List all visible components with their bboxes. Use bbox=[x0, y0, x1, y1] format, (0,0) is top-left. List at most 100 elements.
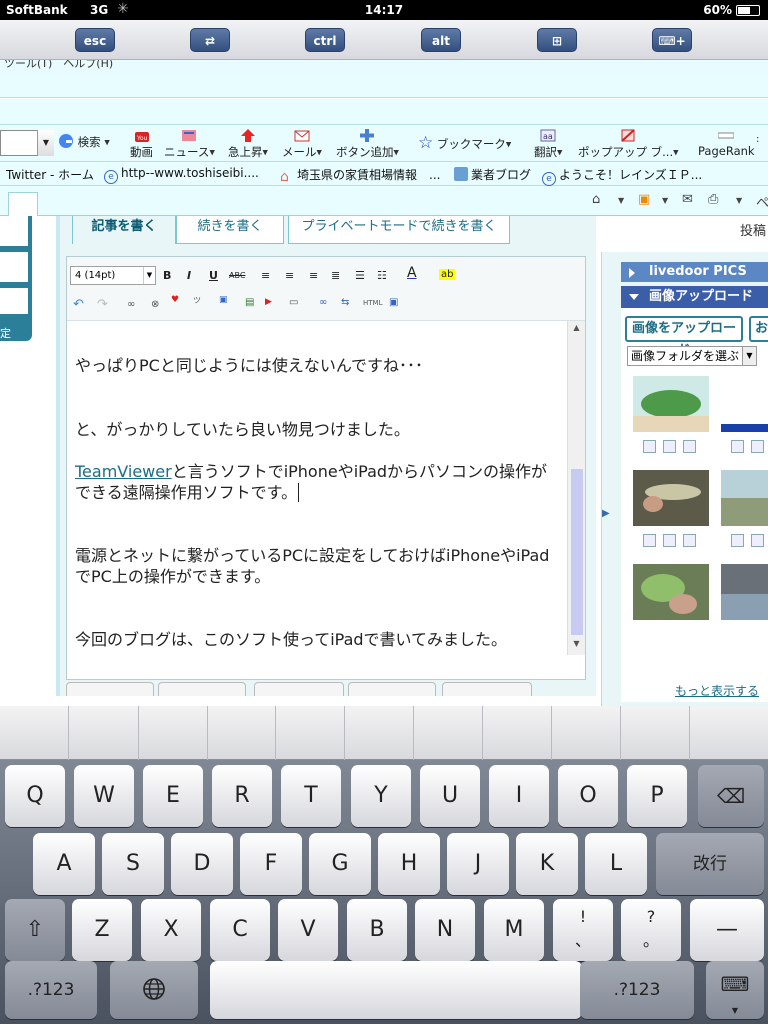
align-left-icon[interactable]: ≡ bbox=[261, 269, 270, 282]
favorite-link[interactable]: e http--www.toshiseibi.... bbox=[104, 166, 259, 184]
thumbnail-action-icon[interactable] bbox=[643, 534, 656, 547]
key-x[interactable]: X bbox=[141, 899, 201, 961]
show-more-link[interactable]: もっと表示する bbox=[675, 682, 759, 699]
thumbnail-action-icon[interactable] bbox=[731, 534, 744, 547]
windows-key-button[interactable]: ⊞ bbox=[537, 28, 577, 52]
left-panel-cell[interactable] bbox=[0, 252, 28, 282]
key-question[interactable]: ? 。 bbox=[621, 899, 681, 961]
key-o[interactable]: O bbox=[558, 765, 618, 827]
switch-button[interactable]: ⇄ bbox=[190, 28, 230, 52]
left-panel-cell[interactable] bbox=[0, 288, 28, 314]
thumbnail-action-icon[interactable] bbox=[731, 440, 744, 453]
film-icon[interactable]: ▤ bbox=[245, 297, 254, 308]
favorite-link[interactable]: e ようこそ！レインズＩＰ... bbox=[542, 166, 702, 186]
thumbnail-action-icon[interactable] bbox=[751, 440, 764, 453]
pics-icon[interactable]: ▣ bbox=[219, 295, 228, 305]
scroll-up-icon[interactable]: ▲ bbox=[568, 323, 585, 337]
key-r[interactable]: R bbox=[212, 765, 272, 827]
bottom-button[interactable] bbox=[254, 682, 344, 696]
thumbnail-image[interactable] bbox=[633, 564, 709, 620]
shift-key[interactable]: ⇧ bbox=[5, 899, 65, 961]
html-mode-button[interactable]: HTML bbox=[363, 299, 382, 307]
key-j[interactable]: J bbox=[447, 833, 509, 895]
youtube-icon[interactable]: ▶ bbox=[265, 297, 272, 307]
thumbnail-action-icon[interactable] bbox=[751, 534, 764, 547]
key-a[interactable]: A bbox=[33, 833, 95, 895]
key-f[interactable]: F bbox=[240, 833, 302, 895]
thumbnail-action-icon[interactable] bbox=[663, 440, 676, 453]
key-u[interactable]: U bbox=[420, 765, 480, 827]
numbered-list-icon[interactable]: ☷ bbox=[377, 269, 387, 282]
hide-keyboard-key[interactable]: ⌨ ▼ bbox=[706, 961, 764, 1019]
undo-icon[interactable]: ↶ bbox=[73, 297, 84, 312]
print-icon[interactable]: ⎙ bbox=[708, 192, 718, 207]
thumbnail-action-icon[interactable] bbox=[683, 534, 696, 547]
image-folder-select[interactable]: 画像フォルダを選ぶ ▼ bbox=[627, 346, 757, 366]
scroll-thumb[interactable] bbox=[571, 469, 583, 635]
globe-key[interactable] bbox=[110, 961, 198, 1019]
thumbnail-action-icon[interactable] bbox=[643, 440, 656, 453]
home-icon[interactable]: ⌂ bbox=[592, 192, 600, 207]
search-button[interactable]: 検索 ▼ bbox=[58, 133, 110, 150]
editor-content[interactable]: やっぱりPCと同じようには使えないんですね･･･ と、がっかりしていたら良い物見… bbox=[67, 321, 567, 655]
mail-read-icon[interactable]: ✉ bbox=[682, 192, 693, 207]
video-button[interactable]: You 動画 bbox=[130, 128, 153, 160]
key-n[interactable]: N bbox=[415, 899, 475, 961]
preview-icon[interactable]: ▣ bbox=[389, 297, 398, 308]
pagerank-indicator[interactable]: PageRank bbox=[698, 128, 755, 158]
thumbnail-image[interactable] bbox=[721, 564, 768, 620]
space-key[interactable] bbox=[210, 961, 582, 1019]
image-upload-header[interactable]: 画像アップロード bbox=[621, 286, 768, 308]
key-p[interactable]: P bbox=[627, 765, 687, 827]
favorite-link[interactable]: 業者ブログ bbox=[454, 166, 531, 183]
browser-tab[interactable] bbox=[8, 192, 38, 216]
editor-scrollbar[interactable]: ▲ ▼ bbox=[567, 321, 585, 655]
alt-button[interactable]: alt bbox=[421, 28, 461, 52]
caret-icon[interactable]: ▼ bbox=[662, 196, 668, 205]
tab-private-continued[interactable]: プライベートモードで続きを書く bbox=[288, 216, 510, 244]
livedoor-pics-header[interactable]: livedoor PICS bbox=[621, 262, 768, 282]
favorite-link[interactable]: ⌂ 埼玉県の家賃相場情報 ... bbox=[280, 166, 440, 185]
key-c[interactable]: C bbox=[210, 899, 270, 961]
underline-button[interactable]: U bbox=[209, 269, 218, 282]
menu-bar[interactable]: ツール(T) ヘルプ(H) bbox=[0, 60, 768, 74]
bold-button[interactable]: B bbox=[163, 269, 171, 282]
text-color-icon[interactable]: A bbox=[407, 265, 417, 281]
key-i[interactable]: I bbox=[489, 765, 549, 827]
popup-blocker-button[interactable]: ポップアップ ブ...▼ bbox=[578, 128, 679, 160]
key-m[interactable]: M bbox=[484, 899, 544, 961]
backspace-key[interactable]: ⌫ bbox=[698, 765, 764, 827]
add-button[interactable]: ボタン追加▼ bbox=[336, 128, 399, 160]
key-z[interactable]: Z bbox=[72, 899, 132, 961]
replace-icon[interactable]: ⇆ bbox=[341, 297, 349, 308]
return-key[interactable]: 改行 bbox=[656, 833, 764, 895]
page-menu-icon[interactable]: ペ bbox=[756, 192, 768, 211]
bottom-button[interactable] bbox=[66, 682, 154, 696]
caret-icon[interactable]: ▼ bbox=[736, 196, 742, 205]
numbers-key-right[interactable]: .?123 bbox=[580, 961, 694, 1019]
rss-feed-icon[interactable]: ▣ bbox=[638, 192, 650, 207]
italic-button[interactable]: I bbox=[187, 269, 191, 282]
toolbar-more-icon[interactable]: : bbox=[756, 134, 759, 145]
key-q[interactable]: Q bbox=[5, 765, 65, 827]
sidebar-toggle-icon[interactable]: ▶ bbox=[602, 508, 616, 528]
left-panel-cell[interactable]: 定 bbox=[0, 316, 28, 340]
key-b[interactable]: B bbox=[347, 899, 407, 961]
key-y[interactable]: Y bbox=[351, 765, 411, 827]
align-right-icon[interactable]: ≡ bbox=[309, 269, 318, 282]
key-w[interactable]: W bbox=[74, 765, 134, 827]
favorite-link[interactable]: Twitter - ホーム bbox=[6, 166, 94, 183]
key-l[interactable]: L bbox=[585, 833, 647, 895]
key-dash[interactable]: — bbox=[690, 899, 764, 961]
bottom-button[interactable] bbox=[348, 682, 436, 696]
key-s[interactable]: S bbox=[102, 833, 164, 895]
key-v[interactable]: V bbox=[278, 899, 338, 961]
thumbnail-action-icon[interactable] bbox=[663, 534, 676, 547]
bottom-button[interactable] bbox=[158, 682, 246, 696]
emoji-icon[interactable]: ♥ bbox=[171, 295, 179, 305]
teamviewer-link[interactable]: TeamViewer bbox=[75, 462, 172, 481]
key-h[interactable]: H bbox=[378, 833, 440, 895]
esc-button[interactable]: esc bbox=[75, 28, 115, 52]
bottom-button[interactable] bbox=[442, 682, 532, 696]
thumbnail-image[interactable] bbox=[633, 470, 709, 526]
